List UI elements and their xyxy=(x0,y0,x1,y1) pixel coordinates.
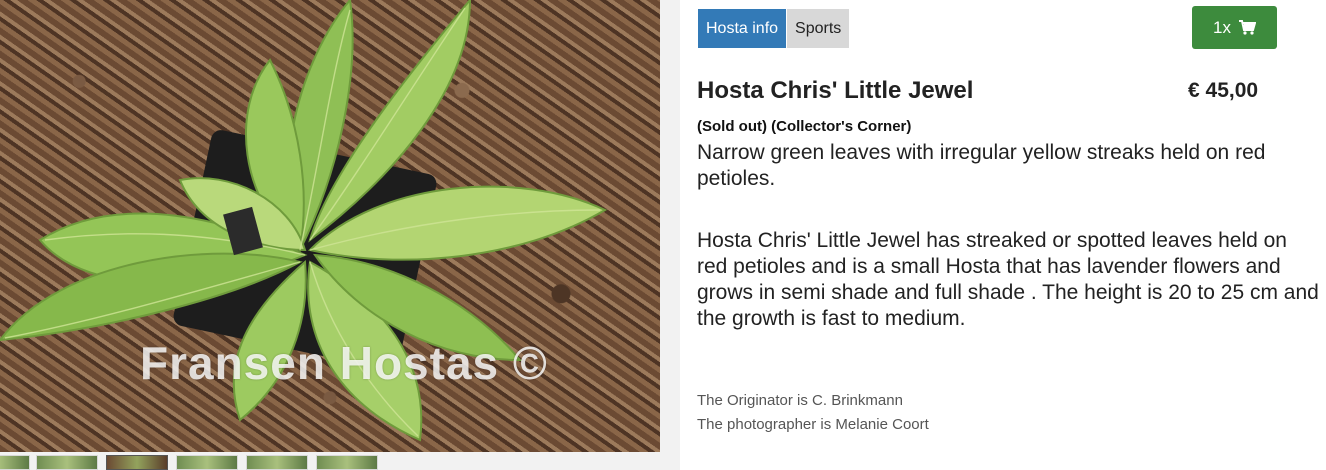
tab-sports[interactable]: Sports xyxy=(787,9,850,48)
info-tabs: Hosta info Sports xyxy=(698,9,850,48)
product-photo[interactable]: Fransen Hostas © xyxy=(0,0,660,452)
add-to-cart-button[interactable]: 1x xyxy=(1192,6,1277,49)
thumbnail[interactable] xyxy=(0,455,30,470)
long-description: Hosta Chris' Little Jewel has streaked o… xyxy=(697,229,1319,330)
quantity-label: 1x xyxy=(1213,17,1231,37)
product-details: Hosta info Sports 1x Hosta Chris' Little … xyxy=(697,0,1319,470)
short-description: Narrow green leaves with irregular yello… xyxy=(697,141,1266,190)
thumbnail-strip xyxy=(0,455,680,470)
product-price: € 45,00 xyxy=(1188,79,1259,102)
thumbnail[interactable] xyxy=(176,455,238,470)
thumbnail[interactable] xyxy=(316,455,378,470)
product-gallery: Fransen Hostas © xyxy=(0,0,680,470)
product-title: Hosta Chris' Little Jewel xyxy=(697,77,974,104)
thumbnail-active[interactable] xyxy=(106,455,168,470)
product-status: (Sold out) (Collector's Corner) xyxy=(697,118,912,135)
thumbnail[interactable] xyxy=(246,455,308,470)
originator-text: The Originator is C. Brinkmann xyxy=(697,392,903,409)
thumbnail[interactable] xyxy=(36,455,98,470)
credits: The Originator is C. Brinkmann The photo… xyxy=(697,389,929,437)
photographer-text: The photographer is Melanie Coort xyxy=(697,416,929,433)
watermark-text: Fransen Hostas © xyxy=(140,337,548,389)
tab-hosta-info[interactable]: Hosta info xyxy=(698,9,787,48)
shopping-cart-icon xyxy=(1238,20,1256,35)
